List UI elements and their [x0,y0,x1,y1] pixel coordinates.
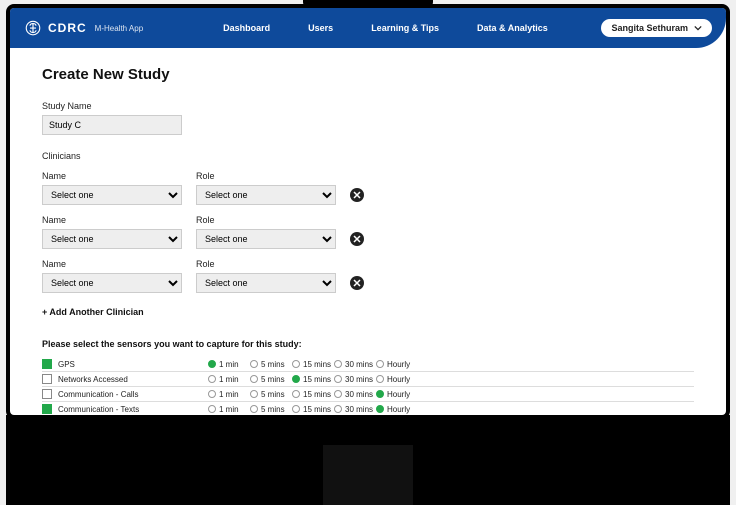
freq-radio[interactable] [250,375,258,383]
role-label: Role [196,215,336,225]
remove-clinician-button[interactable] [350,276,364,290]
freq-label: 5 mins [261,405,285,414]
freq-radio[interactable] [208,405,216,413]
freq-label: 5 mins [261,375,285,384]
nav-learning[interactable]: Learning & Tips [371,23,439,33]
freq-radio[interactable] [376,375,384,383]
study-name-label: Study Name [42,101,694,111]
app-subtitle: M-Health App [95,24,143,33]
freq-radio[interactable] [376,405,384,413]
header-bar: CDRC M-Health App Dashboard Users Learni… [10,8,726,48]
freq-label: 5 mins [261,360,285,369]
freq-label: 15 mins [303,360,331,369]
clinician-row: Name Select one Role Select one [42,215,694,249]
freq-radio[interactable] [334,375,342,383]
freq-radio[interactable] [208,375,216,383]
role-label: Role [196,259,336,269]
chevron-down-icon [694,24,702,32]
freq-radio[interactable] [334,405,342,413]
sensor-row: Communication - Texts 1 min 5 mins 15 mins 3… [42,402,694,415]
close-icon [353,279,361,287]
sensor-name: GPS [58,360,208,369]
freq-radio[interactable] [208,390,216,398]
page-content: Create New Study Study Name Clinicians N… [10,48,726,415]
brand-name: CDRC [48,21,87,35]
sensor-name: Communication - Calls [58,390,208,399]
role-label: Role [196,171,336,181]
sensor-checkbox[interactable] [42,374,52,384]
name-label: Name [42,215,182,225]
freq-radio[interactable] [376,390,384,398]
freq-label: 1 min [219,360,239,369]
sensor-row: Communication - Calls 1 min 5 mins 15 mins 3… [42,387,694,402]
sensor-name: Communication - Texts [58,405,208,414]
remove-clinician-button[interactable] [350,232,364,246]
freq-radio[interactable] [250,405,258,413]
freq-radio[interactable] [292,390,300,398]
freq-label: 15 mins [303,405,331,414]
app-screen: CDRC M-Health App Dashboard Users Learni… [10,8,726,415]
freq-label: Hourly [387,405,410,414]
freq-label: Hourly [387,390,410,399]
sensor-checkbox[interactable] [42,404,52,414]
freq-radio[interactable] [250,390,258,398]
freq-label: 1 min [219,375,239,384]
sensor-checkbox[interactable] [42,389,52,399]
clinician-name-select[interactable]: Select one [42,185,182,205]
freq-label: 15 mins [303,390,331,399]
sensor-row: GPS 1 min 5 mins 15 mins 30 mins Hourly [42,357,694,372]
main-nav: Dashboard Users Learning & Tips Data & A… [223,23,548,33]
clinician-role-select[interactable]: Select one [196,229,336,249]
freq-label: 15 mins [303,375,331,384]
freq-label: 30 mins [345,360,373,369]
freq-radio[interactable] [292,375,300,383]
clinicians-section-label: Clinicians [42,151,694,161]
freq-label: 1 min [219,405,239,414]
freq-radio[interactable] [292,405,300,413]
page-title: Create New Study [42,66,694,83]
nav-users[interactable]: Users [308,23,333,33]
freq-radio[interactable] [334,390,342,398]
freq-label: Hourly [387,360,410,369]
clinician-role-select[interactable]: Select one [196,185,336,205]
close-icon [353,191,361,199]
clinician-name-select[interactable]: Select one [42,229,182,249]
sensors-prompt: Please select the sensors you want to ca… [42,339,694,349]
remove-clinician-button[interactable] [350,188,364,202]
user-name: Sangita Sethuram [611,23,688,33]
user-menu[interactable]: Sangita Sethuram [601,19,712,37]
add-clinician-link[interactable]: + Add Another Clinician [42,307,694,317]
sensor-checkbox[interactable] [42,359,52,369]
clinician-row: Name Select one Role Select one [42,259,694,293]
name-label: Name [42,171,182,181]
nav-dashboard[interactable]: Dashboard [223,23,270,33]
freq-radio[interactable] [334,360,342,368]
sensor-row: Networks Accessed 1 min 5 mins 15 mins 30 mi… [42,372,694,387]
freq-radio[interactable] [208,360,216,368]
freq-radio[interactable] [250,360,258,368]
freq-label: 30 mins [345,375,373,384]
close-icon [353,235,361,243]
clinician-name-select[interactable]: Select one [42,273,182,293]
clinician-row: Name Select one Role Select one [42,171,694,205]
freq-label: 30 mins [345,390,373,399]
freq-label: 1 min [219,390,239,399]
name-label: Name [42,259,182,269]
clinician-role-select[interactable]: Select one [196,273,336,293]
freq-label: 30 mins [345,405,373,414]
freq-radio[interactable] [376,360,384,368]
nav-data[interactable]: Data & Analytics [477,23,548,33]
freq-radio[interactable] [292,360,300,368]
freq-label: Hourly [387,375,410,384]
study-name-input[interactable] [42,115,182,135]
freq-label: 5 mins [261,390,285,399]
brain-icon [24,19,42,37]
sensor-name: Networks Accessed [58,375,208,384]
